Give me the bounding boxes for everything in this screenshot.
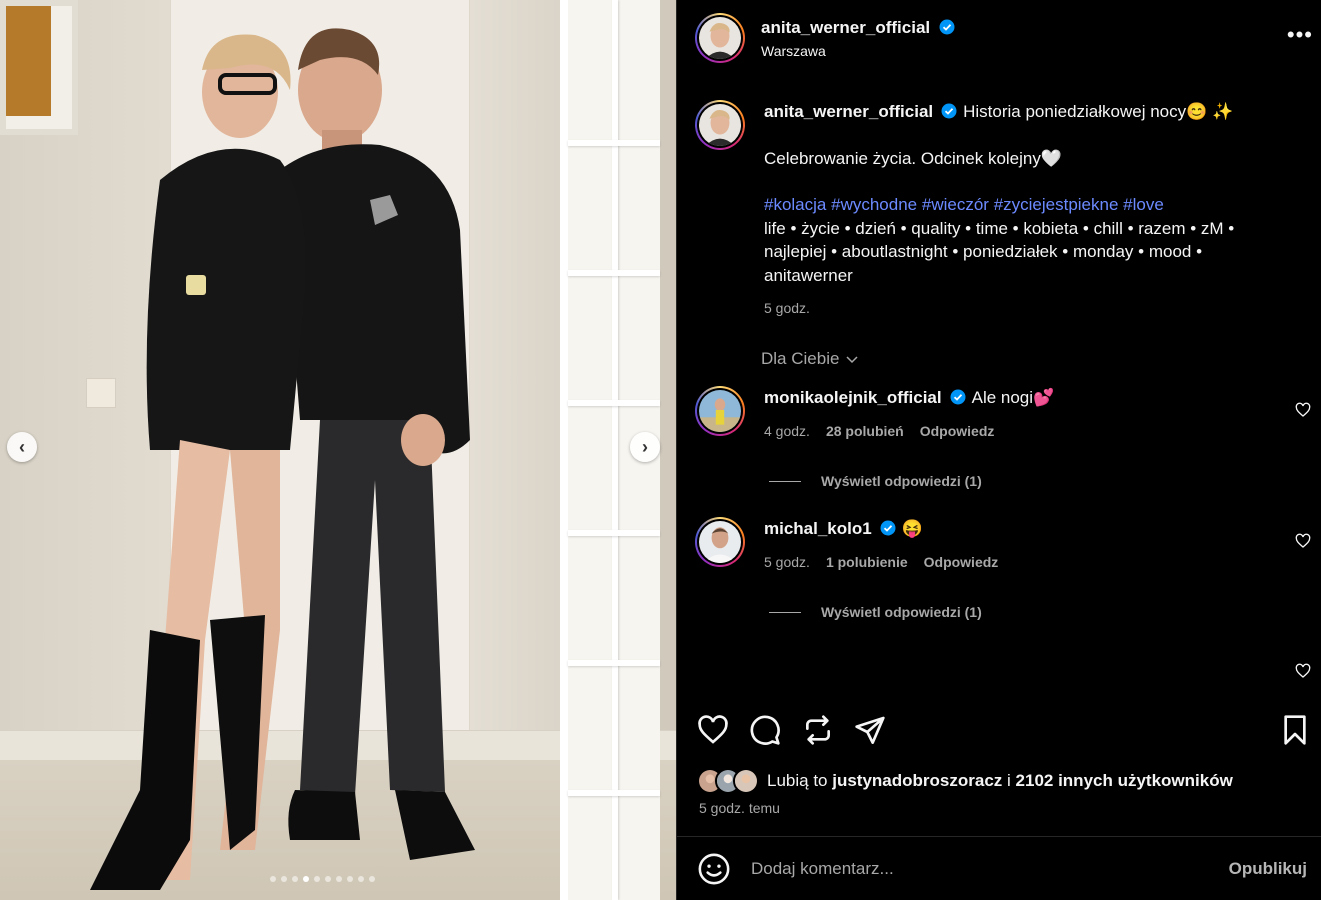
comment-username[interactable]: monikaolejnik_official bbox=[764, 388, 942, 407]
verified-badge-icon bbox=[880, 520, 896, 536]
comment-likes-count[interactable]: 28 polubień bbox=[826, 420, 904, 444]
bookmark-icon[interactable] bbox=[1279, 714, 1311, 746]
emoji-icon[interactable] bbox=[697, 852, 731, 886]
caption-tags: life • życie • dzień • quality • time • … bbox=[764, 218, 1235, 285]
comment-text: Ale nogi💕 bbox=[971, 388, 1055, 407]
reply-button[interactable]: Odpowiedz bbox=[924, 551, 999, 575]
comment-like-heart-icon[interactable] bbox=[1295, 663, 1311, 679]
post-caption: anita_werner_official Historia poniedział… bbox=[695, 100, 1295, 321]
comment-time: 4 godz. bbox=[764, 422, 810, 439]
woman-figure bbox=[90, 34, 306, 890]
hashtag-link[interactable]: #kolacja bbox=[764, 195, 826, 214]
add-comment-bar: Opublikuj bbox=[677, 836, 1321, 900]
caption-username[interactable]: anita_werner_official bbox=[764, 102, 933, 121]
comment-avatar[interactable] bbox=[695, 517, 745, 567]
likes-first-user[interactable]: justynadobroszoracz bbox=[832, 771, 1002, 790]
reply-button[interactable]: Odpowiedz bbox=[920, 420, 995, 444]
verified-badge-icon bbox=[941, 103, 957, 119]
comment-meta: 4 godz. 28 polubień Odpowiedz bbox=[764, 420, 1294, 444]
comment-like-heart-icon[interactable] bbox=[1295, 533, 1311, 549]
wall-picture-frame bbox=[0, 0, 78, 135]
caption-hashtags: #kolacja #wychodne #wieczór #zyciejestpi… bbox=[764, 193, 1294, 217]
comment-likes-count[interactable]: 1 polubienie bbox=[826, 551, 908, 575]
author-username[interactable]: anita_werner_official bbox=[761, 18, 930, 37]
send-icon[interactable] bbox=[854, 714, 886, 746]
view-replies-button[interactable]: Wyświetl odpowiedzi (1) bbox=[769, 473, 982, 489]
comment-time: 5 godz. bbox=[764, 553, 810, 570]
comments-section: anita_werner_official Historia poniedział… bbox=[677, 76, 1321, 696]
caption-line-1: Historia poniedziałkowej nocy😊 ✨ bbox=[963, 102, 1234, 121]
media-dot bbox=[292, 876, 298, 882]
replies-divider bbox=[769, 611, 801, 613]
media-dot bbox=[314, 876, 320, 882]
heart-icon[interactable] bbox=[697, 714, 729, 746]
view-replies-label: Wyświetl odpowiedzi (1) bbox=[821, 473, 982, 489]
post-location[interactable]: Warszawa bbox=[761, 43, 955, 59]
caption-meta: 5 godz. bbox=[764, 297, 1294, 321]
media-dot bbox=[336, 876, 342, 882]
comment-sort-dropdown[interactable]: Dla Ciebie bbox=[761, 349, 859, 369]
likes-conj: i bbox=[1007, 771, 1011, 790]
publish-button[interactable]: Opublikuj bbox=[1229, 859, 1307, 879]
view-replies-button[interactable]: Wyświetl odpowiedzi (1) bbox=[769, 604, 982, 620]
repost-icon[interactable] bbox=[802, 714, 834, 746]
liker-avatar bbox=[733, 768, 759, 794]
hashtag-link[interactable]: #zyciejestpiekne bbox=[994, 195, 1119, 214]
post-header: anita_werner_official Warszawa ••• bbox=[677, 0, 1321, 76]
comment-avatar[interactable] bbox=[695, 386, 745, 436]
media-dot bbox=[303, 876, 309, 882]
comment-meta: 5 godz. 1 polubienie Odpowiedz bbox=[764, 551, 1294, 575]
replies-divider bbox=[769, 480, 801, 482]
more-options-icon[interactable]: ••• bbox=[1287, 22, 1313, 48]
caption-time: 5 godz. bbox=[764, 300, 810, 316]
author-avatar[interactable] bbox=[695, 13, 745, 63]
comment-text: 😝 bbox=[901, 519, 923, 538]
hashtag-link[interactable]: #wieczór bbox=[922, 195, 989, 214]
likes-others-count[interactable]: 2102 innych użytkowników bbox=[1016, 771, 1233, 790]
comment-item: monikaolejnik_official Ale nogi💕 4 godz. … bbox=[695, 386, 1295, 443]
chevron-down-icon bbox=[846, 356, 858, 364]
post-media[interactable]: ‹ › bbox=[0, 0, 676, 900]
caption-line-2: Celebrowanie życia. Odcinek kolejny🤍 bbox=[764, 148, 1063, 168]
previous-media-button[interactable]: ‹ bbox=[7, 432, 37, 462]
media-dot bbox=[347, 876, 353, 882]
media-dot bbox=[281, 876, 287, 882]
likes-prefix: Lubią to bbox=[767, 771, 828, 790]
media-pagination-dots bbox=[270, 876, 375, 882]
comment-item: michal_kolo1 😝 5 godz. 1 polubienie Odpow… bbox=[695, 517, 1295, 574]
comment-bubble-icon[interactable] bbox=[749, 714, 781, 746]
caption-author-avatar[interactable] bbox=[695, 100, 745, 150]
hashtag-link[interactable]: #love bbox=[1123, 195, 1164, 214]
next-media-button[interactable]: › bbox=[630, 432, 660, 462]
media-dot bbox=[369, 876, 375, 882]
comment-username[interactable]: michal_kolo1 bbox=[764, 519, 872, 538]
comment-input[interactable] bbox=[751, 858, 1191, 879]
comment-like-heart-icon[interactable] bbox=[1295, 402, 1311, 418]
hashtag-link[interactable]: #wychodne bbox=[831, 195, 917, 214]
media-dot bbox=[270, 876, 276, 882]
post-side-panel: anita_werner_official Warszawa ••• anita… bbox=[676, 0, 1321, 900]
view-replies-label: Wyświetl odpowiedzi (1) bbox=[821, 604, 982, 620]
comment-sort-label: Dla Ciebie bbox=[761, 349, 840, 368]
post-timestamp: 5 godz. temu bbox=[699, 800, 780, 816]
verified-badge-icon bbox=[939, 19, 955, 34]
likes-summary[interactable]: Lubią to justynadobroszoracz i 2102 inny… bbox=[697, 768, 1233, 794]
media-dot bbox=[358, 876, 364, 882]
verified-badge-icon bbox=[950, 389, 966, 405]
post-actions bbox=[677, 714, 1321, 748]
media-dot bbox=[325, 876, 331, 882]
